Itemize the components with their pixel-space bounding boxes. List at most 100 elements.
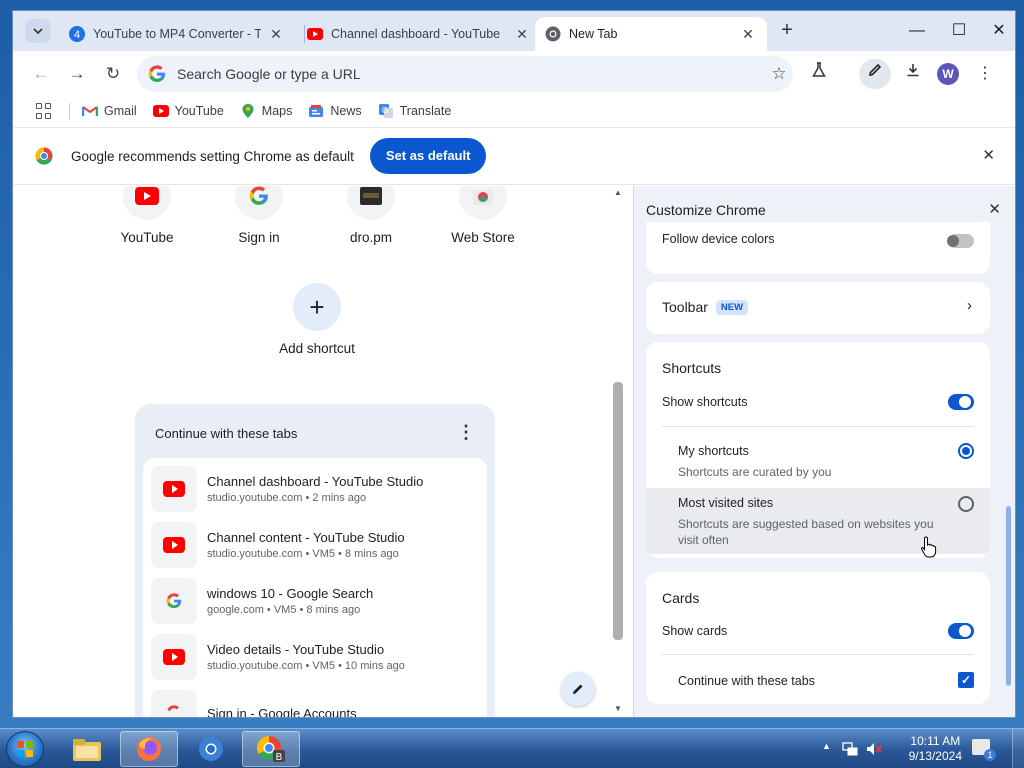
new-badge: NEW <box>715 299 749 315</box>
list-item-title: Sign in - Google Accounts <box>207 705 357 718</box>
profile-avatar[interactable]: W <box>937 63 959 85</box>
windows-logo-icon <box>17 741 33 757</box>
my-shortcuts-option[interactable]: My shortcuts Shortcuts are curated by yo… <box>678 444 831 479</box>
network-icon[interactable] <box>842 741 858 757</box>
my-shortcuts-radio[interactable] <box>958 443 974 459</box>
my-shortcuts-label: My shortcuts <box>678 444 749 458</box>
panel-scrollbar-thumb[interactable] <box>1006 506 1011 686</box>
list-item-meta: studio.youtube.com • 2 mins ago <box>207 492 367 504</box>
list-item[interactable]: Channel dashboard - YouTube Studio studi… <box>151 464 481 514</box>
show-cards-label: Show cards <box>662 624 728 638</box>
bookmark-label: Maps <box>261 104 293 118</box>
default-browser-infobar: Google recommends setting Chrome as defa… <box>13 127 1015 185</box>
bookmark-label: Translate <box>399 104 452 118</box>
windows-taskbar: B ▲ 10:11 AM 9/13/2024 1 <box>0 728 1024 768</box>
tab-youtube-converter[interactable]: 4 YouTube to MP4 Converter - Tu ✕ <box>59 17 295 51</box>
ntp-scrollbar[interactable]: ▲ ▼ <box>611 186 625 717</box>
volume-muted-icon[interactable] <box>866 741 882 757</box>
customize-edit-button[interactable] <box>561 672 595 706</box>
bookmark-translate[interactable]: G Translate <box>378 104 452 118</box>
shortcuts-heading: Shortcuts <box>662 360 722 376</box>
follow-device-colors-toggle[interactable] <box>947 234 974 248</box>
dro-pm-icon <box>347 186 395 220</box>
chrome-icon: B <box>256 736 285 763</box>
scrollbar-thumb[interactable] <box>613 382 623 640</box>
bookmark-news[interactable]: News <box>308 104 362 118</box>
shortcut-youtube[interactable]: YouTube <box>97 186 197 245</box>
taskbar-file-explorer[interactable] <box>58 731 116 767</box>
forward-button[interactable]: → <box>63 61 91 87</box>
list-item[interactable]: Video details - YouTube Studio studio.yo… <box>151 632 481 682</box>
shortcut-sign-in[interactable]: Sign in <box>209 186 309 245</box>
add-shortcut-button[interactable]: + Add shortcut <box>265 283 369 356</box>
bookmark-gmail[interactable]: Gmail <box>82 104 137 118</box>
kebab-menu-icon[interactable]: ⋮ <box>969 59 1001 89</box>
reload-button[interactable]: ↻ <box>99 61 127 87</box>
scroll-up-icon[interactable]: ▲ <box>613 188 623 197</box>
labs-flask-icon[interactable] <box>803 59 835 89</box>
taskbar-chrome-blue[interactable] <box>182 731 240 767</box>
shortcut-web-store[interactable]: Web Store <box>433 186 533 245</box>
show-desktop-button[interactable] <box>1012 729 1024 768</box>
apps-grid-icon[interactable] <box>35 102 53 120</box>
clock-time: 10:11 AM <box>910 734 961 748</box>
list-item[interactable]: Sign in - Google Accounts <box>151 688 481 718</box>
chrome-icon <box>199 737 223 761</box>
show-shortcuts-label: Show shortcuts <box>662 395 748 409</box>
customize-pencil-icon[interactable] <box>859 59 891 89</box>
show-cards-toggle[interactable] <box>948 623 974 639</box>
start-button[interactable] <box>6 731 44 767</box>
bookmark-star-icon[interactable]: ☆ <box>765 64 793 84</box>
toolbar-card[interactable]: Toolbar NEW › <box>646 282 990 334</box>
close-panel-icon[interactable]: ✕ <box>988 200 1001 218</box>
scroll-down-icon[interactable]: ▼ <box>613 704 623 713</box>
show-shortcuts-toggle[interactable] <box>948 394 974 410</box>
cards-card: Cards Show cards Continue with these tab… <box>646 572 990 704</box>
bookmark-label: News <box>330 104 362 118</box>
most-visited-option[interactable]: Most visited sites Shortcuts are suggest… <box>646 488 990 554</box>
list-item[interactable]: Channel content - YouTube Studio studio.… <box>151 520 481 570</box>
show-hidden-icons-icon[interactable]: ▲ <box>822 741 831 751</box>
taskbar-clock[interactable]: 10:11 AM 9/13/2024 <box>909 734 962 764</box>
shortcut-label: Sign in <box>238 230 280 245</box>
shortcut-label: Web Store <box>451 230 515 245</box>
svg-text:B: B <box>276 752 283 763</box>
set-as-default-button[interactable]: Set as default <box>369 138 487 174</box>
download-icon[interactable] <box>897 59 929 89</box>
close-tab-icon[interactable]: ✕ <box>739 26 757 43</box>
bookmarks-separator <box>69 103 70 119</box>
bookmark-maps[interactable]: Maps <box>240 104 293 118</box>
tab-channel-dashboard[interactable]: Channel dashboard - YouTube ✕ <box>297 17 541 51</box>
news-icon <box>308 104 324 118</box>
taskbar-chrome[interactable]: B <box>242 731 300 767</box>
close-tab-icon[interactable]: ✕ <box>513 26 531 43</box>
chevron-right-icon: › <box>967 297 972 314</box>
list-item[interactable]: windows 10 - Google Search google.com • … <box>151 576 481 626</box>
shortcut-label: Add shortcut <box>279 341 355 356</box>
close-window-button[interactable]: ✕ <box>979 17 1015 45</box>
new-tab-button[interactable]: + <box>775 19 799 43</box>
maximize-button[interactable]: ☐ <box>939 17 979 45</box>
tab-title: New Tab <box>569 27 618 41</box>
list-item-meta: studio.youtube.com • VM5 • 8 mins ago <box>207 548 399 560</box>
customize-chrome-panel: Customize Chrome ✕ Follow device colors … <box>633 186 1015 717</box>
minimize-button[interactable]: — <box>897 17 937 45</box>
kebab-menu-icon[interactable]: ⋮ <box>457 422 475 443</box>
continue-tabs-option-label: Continue with these tabs <box>678 674 815 688</box>
notification-count-badge: 1 <box>984 749 996 761</box>
google-icon <box>235 186 283 220</box>
most-visited-radio[interactable] <box>958 496 974 512</box>
tab-search-button[interactable] <box>25 19 51 43</box>
taskbar-firefox[interactable] <box>120 731 178 767</box>
continue-tabs-checkbox[interactable]: ✓ <box>958 672 974 688</box>
list-item-title: windows 10 - Google Search <box>207 586 374 601</box>
hand-cursor-icon <box>920 536 937 558</box>
close-infobar-icon[interactable]: ✕ <box>982 146 995 164</box>
shortcut-dro-pm[interactable]: dro.pm <box>321 186 421 245</box>
omnibox[interactable]: Search Google or type a URL ☆ <box>137 56 793 92</box>
bookmark-youtube[interactable]: YouTube <box>152 104 224 118</box>
back-button[interactable]: ← <box>27 61 55 87</box>
translate-icon: G <box>378 104 394 118</box>
close-tab-icon[interactable]: ✕ <box>267 26 285 43</box>
tab-new-tab[interactable]: New Tab ✕ <box>535 17 767 51</box>
